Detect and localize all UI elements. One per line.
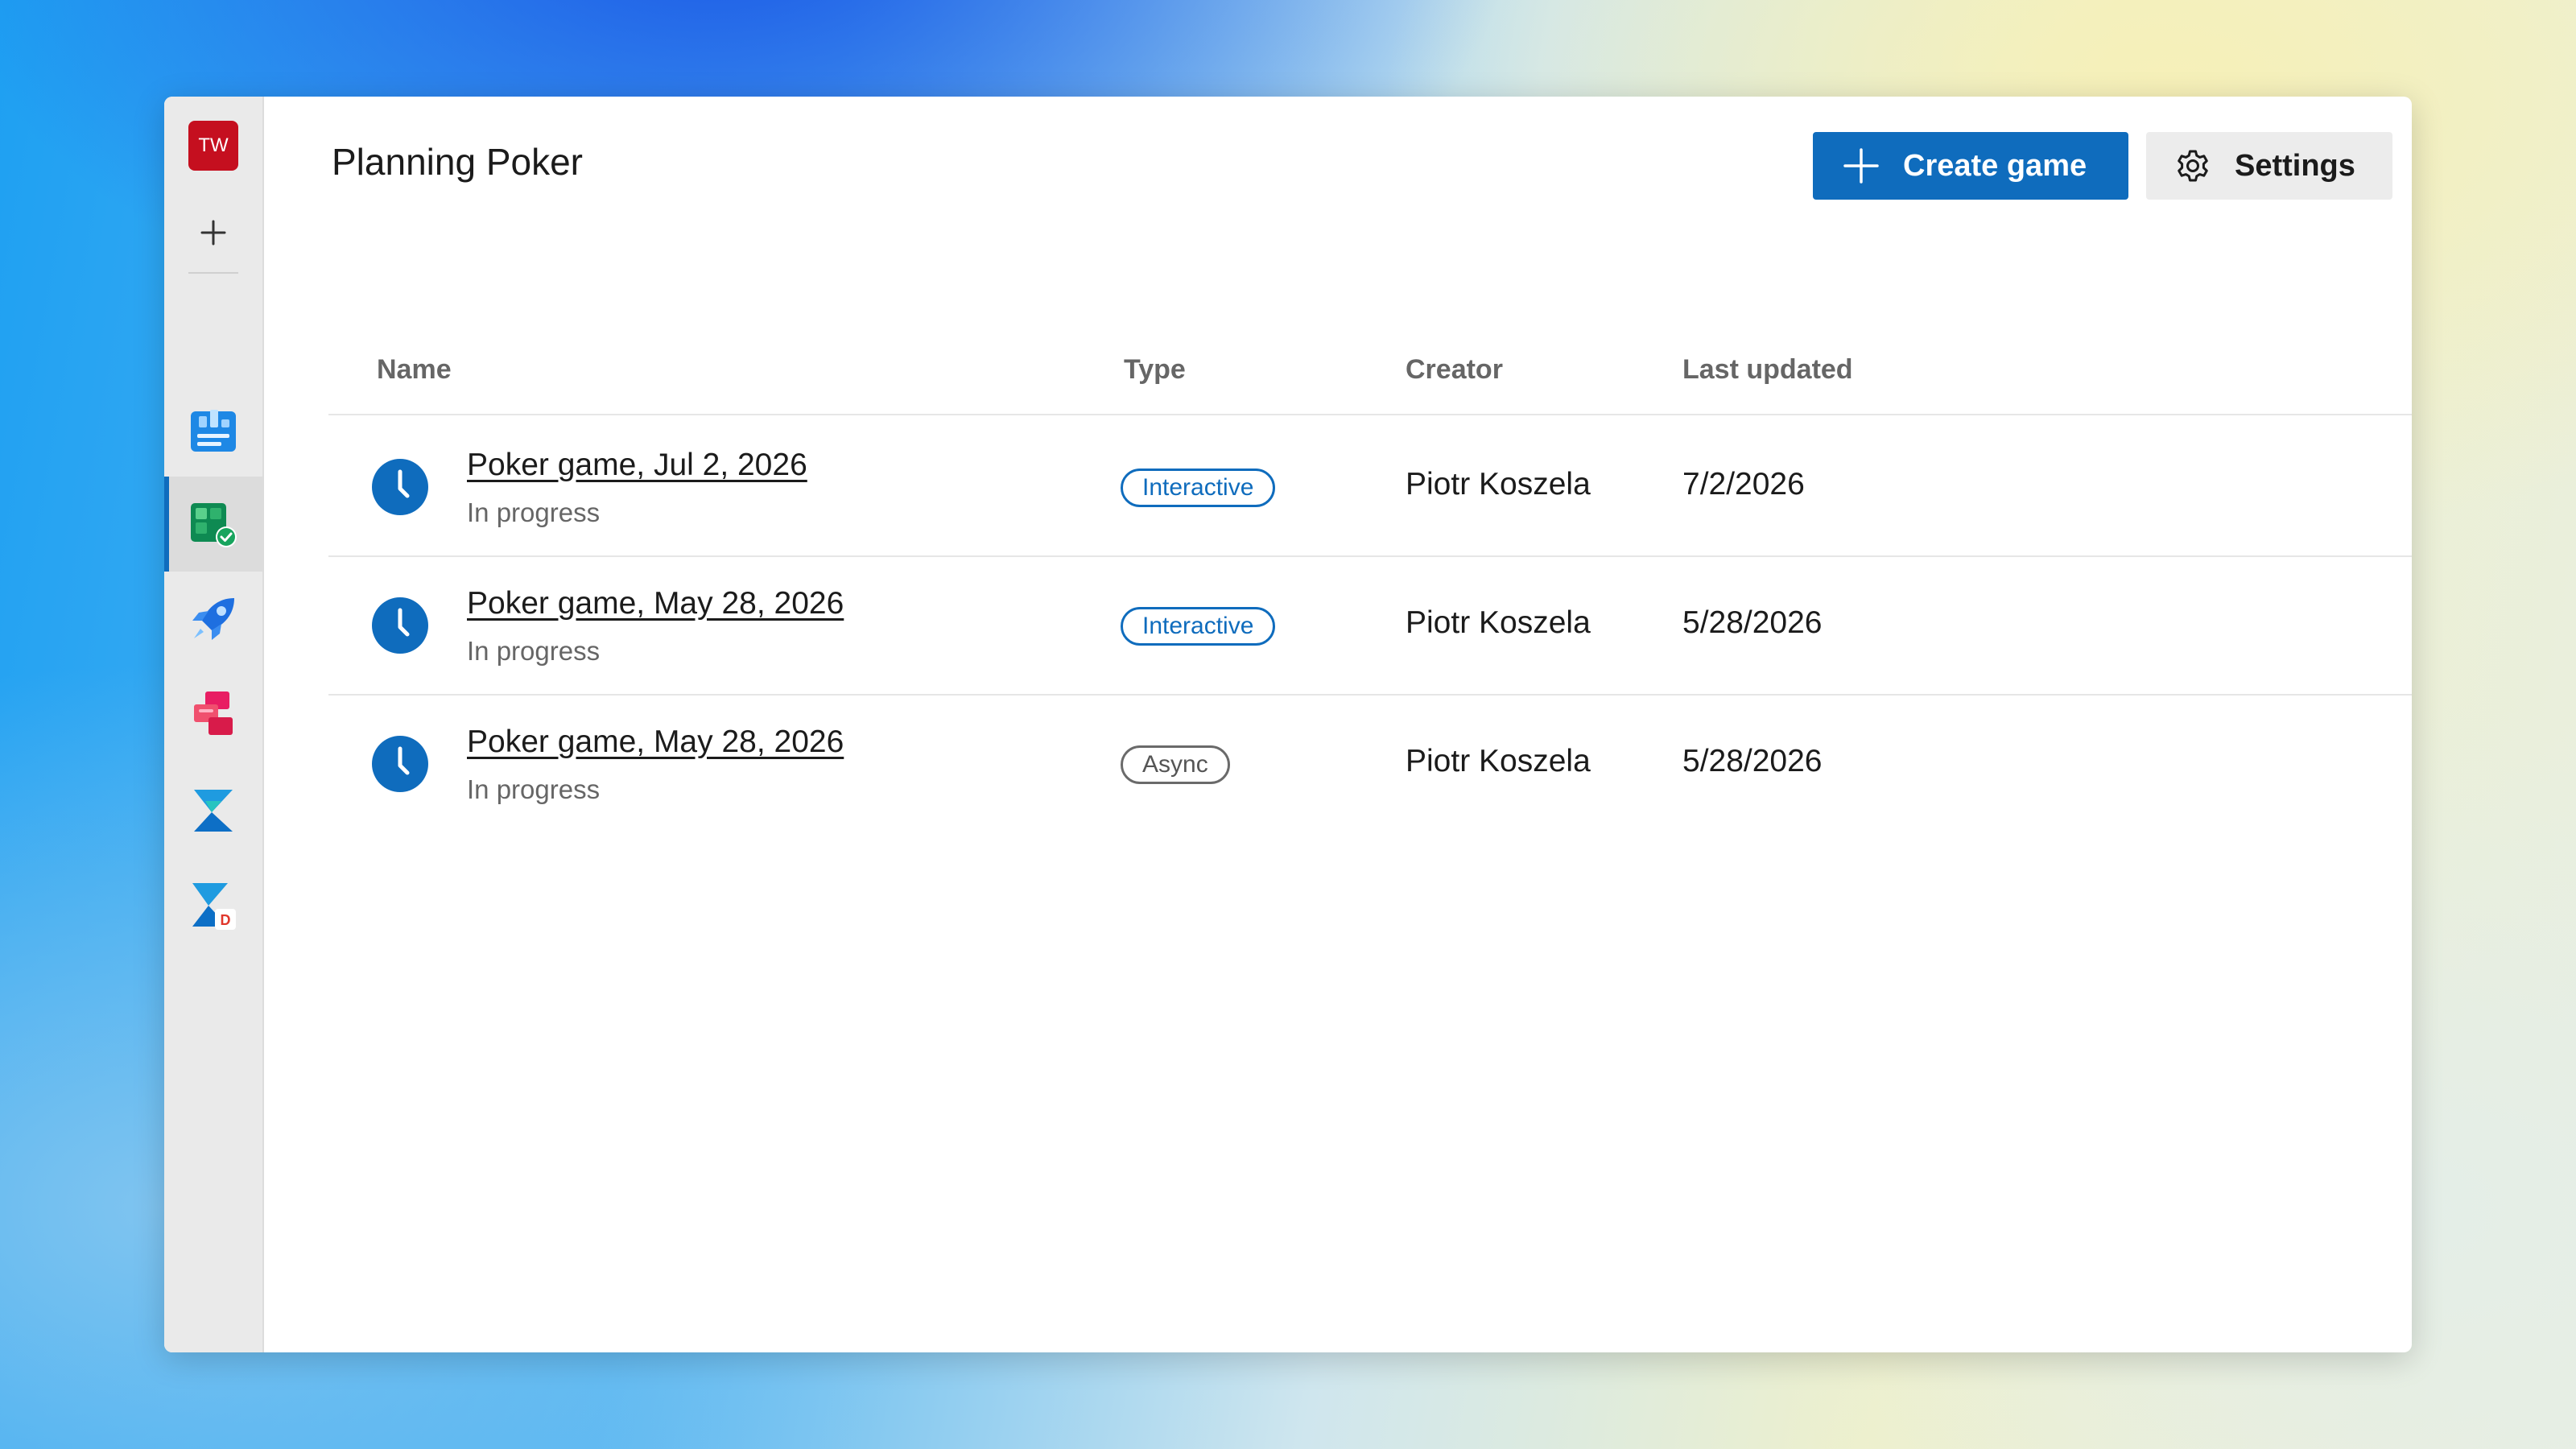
last-updated: 7/2/2026 xyxy=(1682,467,1805,502)
add-icon[interactable] xyxy=(188,208,238,258)
clock-icon xyxy=(372,597,428,654)
rail-item-extension-z[interactable] xyxy=(164,763,262,858)
boards-icon xyxy=(191,410,236,452)
gear-icon xyxy=(2174,147,2212,185)
artifacts-icon xyxy=(194,691,233,735)
column-header-creator[interactable]: Creator xyxy=(1406,354,1503,386)
game-name-link[interactable]: Poker game, May 28, 2026 xyxy=(467,586,844,621)
last-updated: 5/28/2026 xyxy=(1682,605,1823,640)
last-updated: 5/28/2026 xyxy=(1682,744,1823,778)
game-status: In progress xyxy=(467,636,601,666)
table-header-divider xyxy=(328,414,2412,415)
type-badge: Async xyxy=(1121,745,1230,784)
clock-icon xyxy=(372,459,428,515)
org-avatar[interactable]: TW xyxy=(188,121,238,171)
create-game-button[interactable]: Create game xyxy=(1813,132,2128,200)
game-status: In progress xyxy=(467,774,601,804)
table-row[interactable]: Poker game, May 28, 2026 In progress Asy… xyxy=(328,696,2412,834)
rail-item-boards[interactable] xyxy=(164,383,262,478)
left-rail: TW D xyxy=(164,97,264,1352)
creator-name: Piotr Koszela xyxy=(1406,605,1591,640)
create-game-label: Create game xyxy=(1903,148,2087,183)
clock-icon xyxy=(372,736,428,792)
settings-button[interactable]: Settings xyxy=(2146,132,2392,200)
app-window: TW D Planning Poker Create game Settings… xyxy=(164,97,2412,1352)
rail-item-test-plans[interactable] xyxy=(164,477,262,572)
z-logo-d-icon: D xyxy=(192,883,236,930)
creator-name: Piotr Koszela xyxy=(1406,467,1591,502)
svg-text:D: D xyxy=(221,912,231,928)
z-logo-icon xyxy=(194,790,233,832)
pipelines-icon xyxy=(192,598,234,640)
test-plans-icon xyxy=(191,503,237,547)
type-badge: Interactive xyxy=(1121,469,1276,507)
rail-item-pipelines[interactable] xyxy=(164,572,262,667)
column-header-name[interactable]: Name xyxy=(377,354,452,386)
main-content: Planning Poker Create game Settings Name… xyxy=(264,97,2412,1352)
column-header-last-updated[interactable]: Last updated xyxy=(1682,354,1853,386)
settings-label: Settings xyxy=(2235,148,2355,183)
plus-icon xyxy=(1842,147,1880,185)
table-row[interactable]: Poker game, May 28, 2026 In progress Int… xyxy=(328,557,2412,696)
column-header-type[interactable]: Type xyxy=(1124,354,1186,386)
page-title: Planning Poker xyxy=(332,141,583,183)
type-badge: Interactive xyxy=(1121,607,1276,646)
creator-name: Piotr Koszela xyxy=(1406,744,1591,778)
table-row[interactable]: Poker game, Jul 2, 2026 In progress Inte… xyxy=(328,419,2412,557)
game-status: In progress xyxy=(467,497,601,527)
game-name-link[interactable]: Poker game, May 28, 2026 xyxy=(467,724,844,760)
rail-item-extension-zd[interactable]: D xyxy=(164,858,262,953)
rail-item-artifacts[interactable] xyxy=(164,667,262,762)
rail-divider xyxy=(188,272,238,274)
game-name-link[interactable]: Poker game, Jul 2, 2026 xyxy=(467,448,807,483)
